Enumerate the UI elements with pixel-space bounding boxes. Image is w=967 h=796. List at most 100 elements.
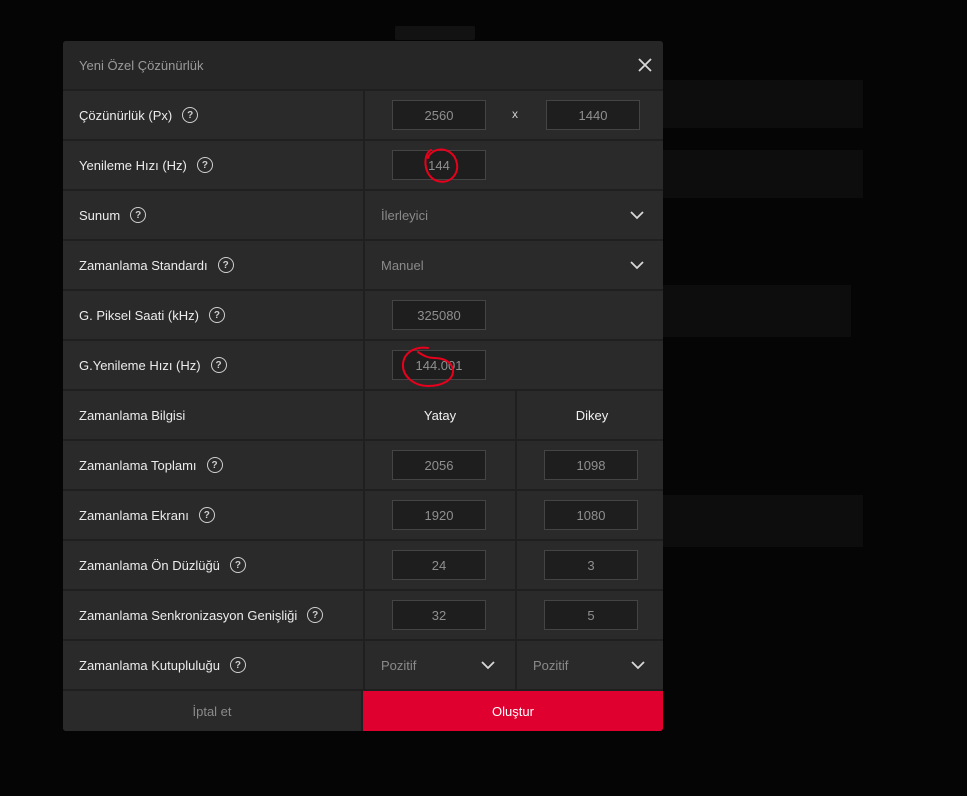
row-timing-display: Zamanlama Ekranı ? 1920 1080 [63, 491, 663, 539]
column-cell: 24 [365, 541, 515, 589]
polarity-h-value: Pozitif [381, 657, 417, 673]
column-cell: 1098 [517, 441, 663, 489]
help-icon[interactable]: ? [210, 357, 227, 373]
resolution-label: Çözünürlük (Px) [79, 107, 173, 123]
resolution-cell: 2560 x 1440 [365, 91, 663, 139]
background-panel [663, 495, 863, 547]
help-icon[interactable]: ? [130, 207, 147, 223]
row-label-cell: Yenileme Hızı (Hz) ? [63, 141, 363, 189]
close-button[interactable] [635, 55, 655, 75]
pixel-clock-cell: 325080 [365, 291, 663, 339]
dialog-footer: İptal et Oluştur [63, 691, 663, 731]
chevron-down-icon [630, 211, 644, 220]
row-label-cell: Zamanlama Kutupluluğu ? [63, 641, 363, 689]
column-cell: 1080 [517, 491, 663, 539]
create-button[interactable]: Oluştur [363, 691, 663, 731]
row-label-cell: G.Yenileme Hızı (Hz) ? [63, 341, 363, 389]
front-porch-label: Zamanlama Ön Düzlüğü [79, 557, 220, 573]
timing-display-label: Zamanlama Ekranı [79, 507, 189, 523]
background-panel [663, 285, 851, 337]
row-label-cell: Zamanlama Toplamı ? [63, 441, 363, 489]
row-timing-info: Zamanlama Bilgisi Yatay Dikey [63, 391, 663, 439]
row-front-porch: Zamanlama Ön Düzlüğü ? 24 3 [63, 541, 663, 589]
close-icon [638, 58, 652, 72]
scan-type-dropdown[interactable]: İlerleyici [365, 191, 663, 239]
chevron-down-icon [630, 261, 644, 270]
front-porch-v-input[interactable]: 3 [544, 550, 638, 580]
cancel-button[interactable]: İptal et [63, 691, 361, 731]
row-label-cell: G. Piksel Saati (kHz) ? [63, 291, 363, 339]
help-icon[interactable]: ? [229, 657, 246, 673]
row-pixel-clock: G. Piksel Saati (kHz) ? 325080 [63, 291, 663, 339]
timing-total-h-input[interactable]: 2056 [392, 450, 486, 480]
pixel-clock-label: G. Piksel Saati (kHz) [79, 307, 199, 323]
timing-total-v-input[interactable]: 1098 [544, 450, 638, 480]
effective-refresh-cell: 144.001 [365, 341, 663, 389]
sync-width-v-input[interactable]: 5 [544, 600, 638, 630]
row-scan-type: Sunum ? İlerleyici [63, 191, 663, 239]
polarity-label: Zamanlama Kutupluluğu [79, 657, 220, 673]
effective-refresh-input: 144.001 [392, 350, 486, 380]
dialog-title: Yeni Özel Çözünürlük [79, 57, 204, 73]
resolution-width-input[interactable]: 2560 [392, 100, 486, 130]
row-sync-width: Zamanlama Senkronizasyon Genişliği ? 32 … [63, 591, 663, 639]
polarity-v-dropdown[interactable]: Pozitif [517, 641, 663, 689]
polarity-v-value: Pozitif [533, 657, 569, 673]
row-label-cell: Sunum ? [63, 191, 363, 239]
column-cell: Dikey [517, 391, 663, 439]
horizontal-column-header: Yatay [423, 407, 457, 423]
chevron-down-icon [631, 661, 645, 670]
column-cell: 32 [365, 591, 515, 639]
help-icon[interactable]: ? [217, 257, 234, 273]
column-cell: Yatay [365, 391, 515, 439]
row-effective-refresh: G.Yenileme Hızı (Hz) ? 144.001 [63, 341, 663, 389]
row-timing-standard: Zamanlama Standardı ? Manuel [63, 241, 663, 289]
background-title [395, 26, 475, 40]
row-resolution: Çözünürlük (Px) ? 2560 x 1440 [63, 91, 663, 139]
timing-total-label: Zamanlama Toplamı [79, 457, 197, 473]
help-icon[interactable]: ? [198, 507, 215, 523]
timing-info-label: Zamanlama Bilgisi [79, 407, 186, 423]
row-timing-total: Zamanlama Toplamı ? 2056 1098 [63, 441, 663, 489]
column-cell: 2056 [365, 441, 515, 489]
refresh-rate-cell: 144 [365, 141, 663, 189]
column-cell: 3 [517, 541, 663, 589]
timing-display-v-input[interactable]: 1080 [544, 500, 638, 530]
row-label-cell: Çözünürlük (Px) ? [63, 91, 363, 139]
refresh-rate-label: Yenileme Hızı (Hz) [79, 157, 187, 173]
timing-standard-label: Zamanlama Standardı [79, 257, 208, 273]
help-icon[interactable]: ? [196, 157, 213, 173]
pixel-clock-input[interactable]: 325080 [392, 300, 486, 330]
row-polarity: Zamanlama Kutupluluğu ? Pozitif Pozitif [63, 641, 663, 689]
sync-width-h-input[interactable]: 32 [392, 600, 486, 630]
timing-standard-dropdown[interactable]: Manuel [365, 241, 663, 289]
help-icon[interactable]: ? [229, 557, 246, 573]
timing-display-h-input[interactable]: 1920 [392, 500, 486, 530]
dialog-header: Yeni Özel Çözünürlük [63, 41, 663, 89]
row-label-cell: Zamanlama Ön Düzlüğü ? [63, 541, 363, 589]
resolution-height-input[interactable]: 1440 [546, 100, 640, 130]
effective-refresh-label: G.Yenileme Hızı (Hz) [79, 357, 201, 373]
sync-width-label: Zamanlama Senkronizasyon Genişliği [79, 607, 298, 623]
polarity-h-dropdown[interactable]: Pozitif [365, 641, 515, 689]
row-label-cell: Zamanlama Ekranı ? [63, 491, 363, 539]
row-label-cell: Zamanlama Senkronizasyon Genişliği ? [63, 591, 363, 639]
timing-standard-value: Manuel [381, 257, 424, 273]
help-icon[interactable]: ? [206, 457, 223, 473]
vertical-column-header: Dikey [575, 407, 609, 423]
chevron-down-icon [481, 661, 495, 670]
resolution-separator: x [512, 107, 518, 121]
column-cell: 5 [517, 591, 663, 639]
help-icon[interactable]: ? [208, 307, 225, 323]
background-panel [663, 150, 863, 198]
background-panel [663, 80, 863, 128]
refresh-rate-input[interactable]: 144 [392, 150, 486, 180]
scan-type-value: İlerleyici [381, 207, 428, 223]
custom-resolution-dialog: Yeni Özel Çözünürlük Çözünürlük (Px) ? 2… [63, 41, 663, 731]
column-cell: 1920 [365, 491, 515, 539]
row-refresh-rate: Yenileme Hızı (Hz) ? 144 [63, 141, 663, 189]
help-icon[interactable]: ? [307, 607, 324, 623]
front-porch-h-input[interactable]: 24 [392, 550, 486, 580]
row-label-cell: Zamanlama Standardı ? [63, 241, 363, 289]
help-icon[interactable]: ? [182, 107, 199, 123]
